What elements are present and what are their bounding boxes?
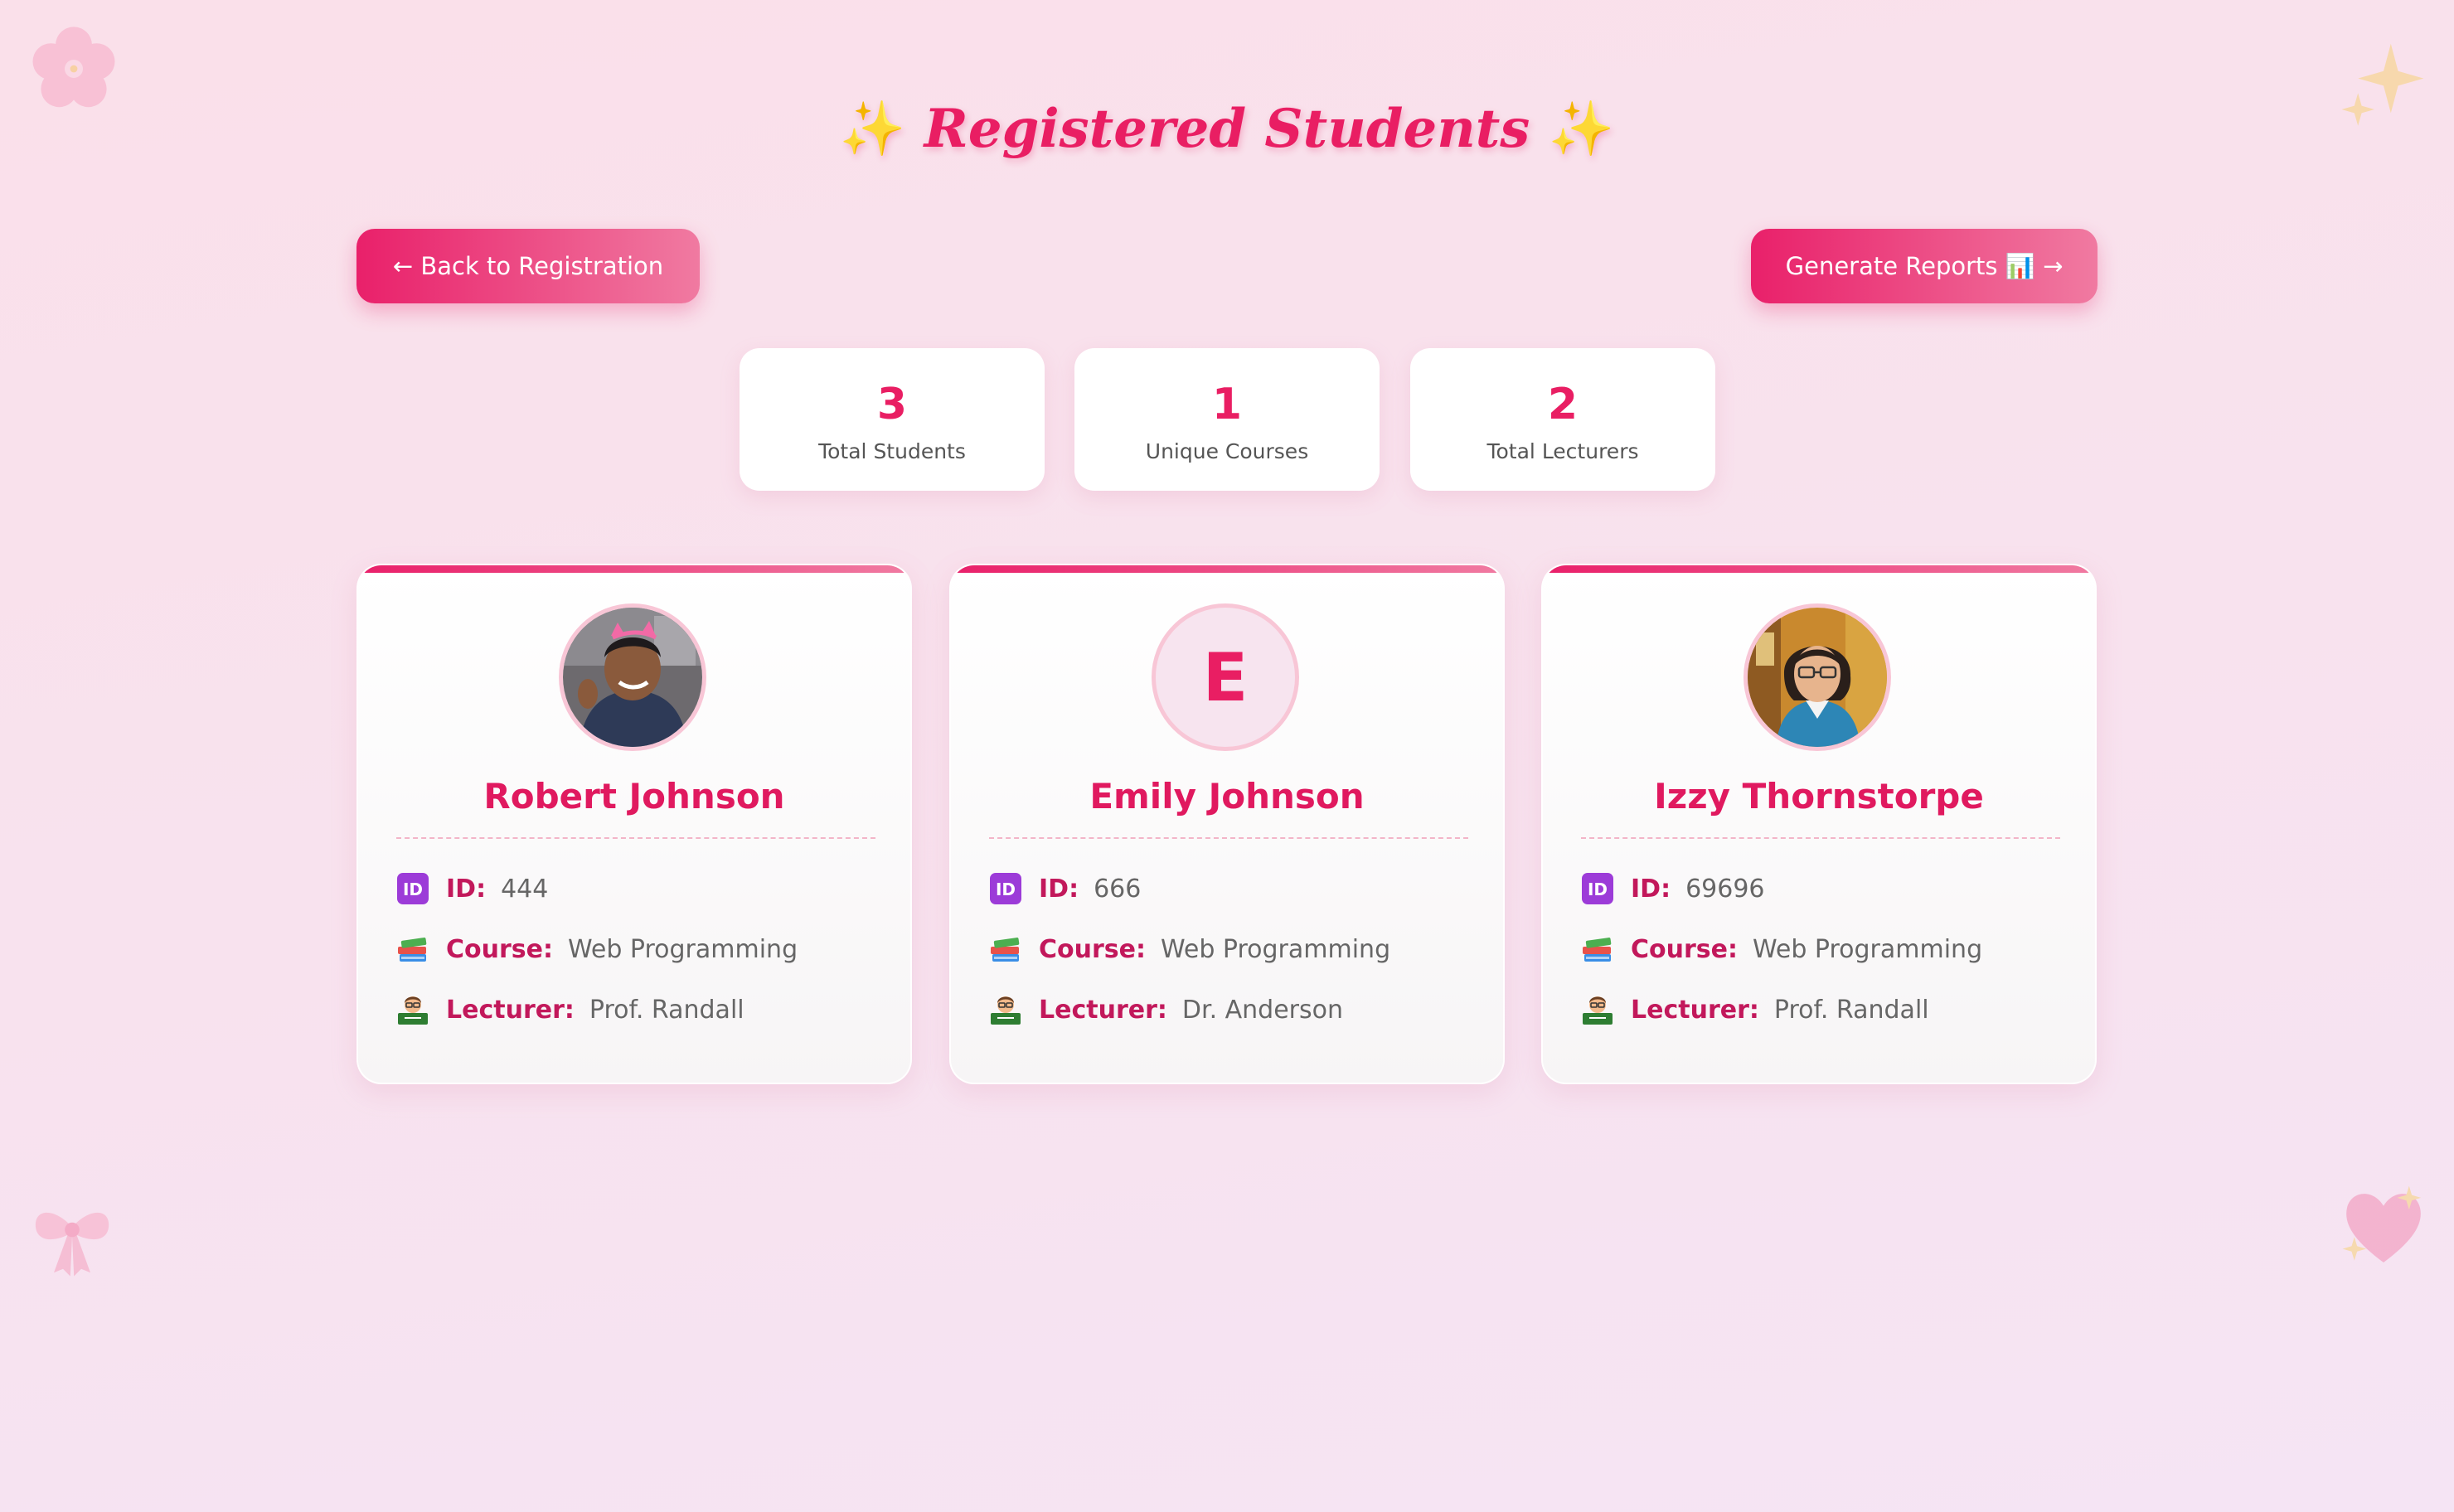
back-to-registration-button[interactable]: ← Back to Registration [356,229,700,303]
student-lecturer-row: Lecturer: Dr. Anderson [989,991,1343,1028]
field-label: ID: [446,874,487,904]
sparkles-icon: ✨ [1548,98,1615,160]
student-course-row: Course: Web Programming [396,931,798,967]
sparkles-icon: ✨ [839,98,906,160]
avatar [1744,603,1891,751]
field-value: Prof. Randall [1773,995,1929,1025]
student-course-row: Course: Web Programming [1581,931,1982,967]
student-name: Izzy Thornstorpe [1654,776,1984,817]
id-icon: ID [990,873,1021,904]
field-label: ID: [1631,874,1671,904]
generate-reports-button[interactable]: Generate Reports 📊 → [1751,229,2098,303]
books-icon [398,938,427,962]
student-card: Izzy Thornstorpe ID ID: 69696 Course: We… [1541,564,2097,1084]
stat-value: 1 [1211,380,1243,429]
field-value: Prof. Randall [589,995,744,1025]
student-name: Emily Johnson [1089,776,1365,817]
teacher-icon [1583,996,1613,1025]
field-value: Web Programming [567,934,798,964]
student-card: Robert Johnson ID ID: 444 Course: Web Pr… [356,564,912,1084]
student-lecturer-row: Lecturer: Prof. Randall [396,991,744,1028]
field-label: Course: [1039,934,1146,964]
teacher-icon [398,996,428,1025]
field-label: Lecturer: [1631,995,1759,1025]
field-value: 444 [501,874,549,904]
stat-unique-courses: 1 Unique Courses [1074,348,1380,491]
stat-label: Total Lecturers [1486,439,1639,463]
field-value: Web Programming [1752,934,1983,964]
stat-label: Unique Courses [1145,439,1309,463]
student-id-row: ID ID: 444 [396,870,548,907]
divider [396,837,875,839]
teacher-icon [991,996,1021,1025]
avatar [559,603,706,751]
field-value: Dr. Anderson [1181,995,1344,1025]
avatar-initial: E [1152,603,1299,751]
card-accent-bar [951,565,1503,573]
page-title: ✨ Registered Students ✨ [0,98,2454,160]
student-photo [563,608,702,747]
card-accent-bar [358,565,910,573]
sparkling-heart-icon [2342,1185,2422,1262]
stat-label: Total Students [818,439,966,463]
books-icon [1583,938,1612,962]
ribbon-icon [35,1212,109,1277]
id-icon: ID [397,873,429,904]
svg-text:ID: ID [996,880,1016,899]
stat-total-students: 3 Total Students [740,348,1045,491]
id-icon: ID [1582,873,1613,904]
stat-value: 2 [1547,380,1579,429]
page-title-text: Registered Students [924,98,1530,160]
field-label: ID: [1039,874,1079,904]
student-photo [1748,608,1887,747]
divider [1581,837,2060,839]
card-accent-bar [1543,565,2095,573]
stat-total-lecturers: 2 Total Lecturers [1410,348,1715,491]
student-id-row: ID ID: 666 [989,870,1141,907]
student-course-row: Course: Web Programming [989,931,1390,967]
stat-value: 3 [876,380,908,429]
svg-text:ID: ID [1588,880,1608,899]
field-label: Lecturer: [446,995,575,1025]
field-value: Web Programming [1160,934,1391,964]
student-id-row: ID ID: 69696 [1581,870,1765,907]
student-card: E Emily Johnson ID ID: 666 Course: Web P… [949,564,1505,1084]
field-value: 69696 [1685,874,1765,904]
svg-text:ID: ID [403,880,423,899]
divider [989,837,1468,839]
field-label: Lecturer: [1039,995,1167,1025]
student-name: Robert Johnson [483,776,785,817]
field-value: 666 [1094,874,1142,904]
books-icon [991,938,1020,962]
field-label: Course: [446,934,553,964]
student-lecturer-row: Lecturer: Prof. Randall [1581,991,1929,1028]
field-label: Course: [1631,934,1738,964]
